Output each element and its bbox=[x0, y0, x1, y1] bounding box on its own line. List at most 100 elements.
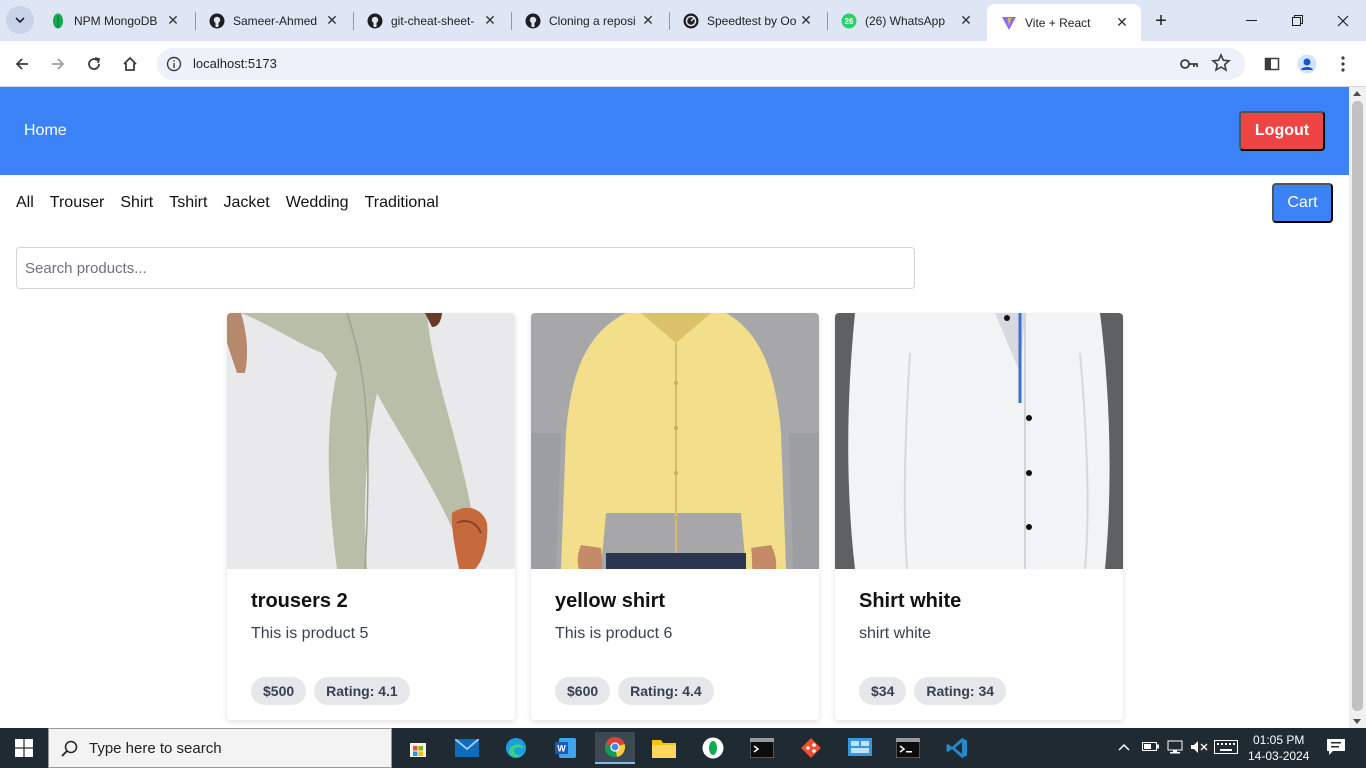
git-icon[interactable] bbox=[791, 732, 831, 764]
browser-tab-sameer-ahmed[interactable]: Sameer-Ahmed ✕ bbox=[195, 0, 351, 41]
reload-button[interactable] bbox=[79, 49, 109, 79]
search-icon bbox=[61, 740, 78, 757]
vite-icon bbox=[1001, 15, 1017, 31]
scroll-down-arrow-icon[interactable] bbox=[1353, 719, 1361, 724]
browser-tab-speedtest[interactable]: Speedtest by Oo ✕ bbox=[669, 0, 825, 41]
close-tab-icon[interactable]: ✕ bbox=[797, 12, 815, 30]
close-tab-icon[interactable]: ✕ bbox=[957, 12, 975, 30]
address-bar[interactable]: localhost:5173 bbox=[157, 48, 1245, 80]
cmd-icon[interactable] bbox=[888, 732, 928, 764]
page-scrollbar[interactable] bbox=[1349, 87, 1366, 728]
terminal-icon[interactable] bbox=[742, 732, 782, 764]
category-wedding[interactable]: Wedding bbox=[286, 194, 349, 212]
category-all[interactable]: All bbox=[16, 194, 34, 212]
close-window-button[interactable] bbox=[1320, 0, 1366, 41]
forward-button[interactable] bbox=[43, 49, 73, 79]
product-card[interactable]: Shirt white shirt white $34 Rating: 34 bbox=[835, 313, 1123, 720]
product-description: This is product 5 bbox=[251, 625, 369, 642]
product-description: shirt white bbox=[859, 625, 932, 642]
network-icon[interactable] bbox=[1166, 740, 1184, 757]
tab-title: Speedtest by Oo bbox=[707, 13, 797, 28]
browser-tab-npm-mongodb[interactable]: NPM MongoDB ✕ bbox=[36, 0, 192, 41]
site-info-icon[interactable] bbox=[165, 55, 183, 73]
category-jacket[interactable]: Jacket bbox=[223, 194, 269, 212]
home-link[interactable]: Home bbox=[24, 122, 67, 140]
product-name: trousers 2 bbox=[251, 590, 348, 612]
home-browser-button[interactable] bbox=[115, 49, 145, 79]
whatsapp-icon: 26 bbox=[841, 13, 857, 29]
start-button[interactable] bbox=[0, 728, 48, 768]
page-viewport: Home Logout All Trouser Shirt Tshirt Jac… bbox=[0, 87, 1349, 728]
category-trouser[interactable]: Trouser bbox=[50, 194, 105, 212]
chrome-icon[interactable] bbox=[595, 732, 635, 764]
search-input[interactable] bbox=[16, 247, 915, 289]
scrollbar-thumb[interactable] bbox=[1352, 101, 1363, 711]
product-description: This is product 6 bbox=[555, 625, 673, 642]
file-explorer-icon[interactable] bbox=[644, 732, 684, 764]
tab-title: Cloning a reposi bbox=[549, 13, 636, 28]
new-tab-button[interactable]: + bbox=[1148, 8, 1174, 34]
chevron-down-icon bbox=[15, 17, 25, 24]
mongodb-compass-icon[interactable] bbox=[693, 732, 733, 764]
arrow-right-icon bbox=[52, 58, 65, 70]
category-filter-bar: All Trouser Shirt Tshirt Jacket Wedding … bbox=[16, 194, 439, 212]
taskbar-search-placeholder: Type here to search bbox=[89, 739, 222, 757]
logout-button[interactable]: Logout bbox=[1239, 111, 1325, 151]
browser-tab-vite-react[interactable]: Vite + React ✕ bbox=[987, 4, 1141, 41]
close-tab-icon[interactable]: ✕ bbox=[481, 12, 499, 30]
url-text: localhost:5173 bbox=[193, 56, 277, 71]
windows-taskbar: Type here to search W 01:05 PM 14-03-202… bbox=[0, 728, 1366, 768]
close-tab-icon[interactable]: ✕ bbox=[1113, 14, 1131, 32]
bookmark-star-icon[interactable] bbox=[1211, 53, 1231, 73]
tab-title: NPM MongoDB bbox=[74, 13, 158, 28]
product-image-yellow-shirt bbox=[531, 313, 819, 569]
profile-button[interactable] bbox=[1292, 49, 1322, 79]
vscode-icon[interactable] bbox=[937, 732, 977, 764]
tab-title: git-cheat-sheet- bbox=[391, 13, 475, 28]
svg-text:W: W bbox=[557, 744, 566, 754]
scroll-up-arrow-icon[interactable] bbox=[1353, 91, 1361, 96]
side-panel-icon bbox=[1264, 57, 1280, 71]
tab-title: (26) WhatsApp bbox=[865, 13, 946, 28]
close-tab-icon[interactable]: ✕ bbox=[323, 12, 341, 30]
taskbar-search-box[interactable]: Type here to search bbox=[48, 728, 392, 768]
battery-icon[interactable] bbox=[1142, 740, 1160, 755]
close-tab-icon[interactable]: ✕ bbox=[639, 12, 657, 30]
price-badge: $600 bbox=[555, 677, 611, 705]
category-traditional[interactable]: Traditional bbox=[365, 194, 439, 212]
restore-button[interactable] bbox=[1274, 0, 1320, 41]
browser-menu-button[interactable] bbox=[1328, 49, 1358, 79]
side-panel-button[interactable] bbox=[1257, 49, 1287, 79]
browser-tab-whatsapp[interactable]: 26 (26) WhatsApp ✕ bbox=[827, 0, 985, 41]
show-hidden-icons-chevron-icon[interactable] bbox=[1118, 740, 1130, 755]
category-tshirt[interactable]: Tshirt bbox=[169, 194, 207, 212]
browser-tab-cloning-repo[interactable]: Cloning a reposi ✕ bbox=[511, 0, 667, 41]
cart-button[interactable]: Cart bbox=[1272, 183, 1333, 223]
browser-tab-git-cheat-sheet[interactable]: git-cheat-sheet- ✕ bbox=[353, 0, 509, 41]
close-tab-icon[interactable]: ✕ bbox=[164, 12, 182, 30]
mongodb-leaf-icon bbox=[50, 13, 66, 29]
volume-muted-icon[interactable] bbox=[1190, 740, 1208, 757]
tab-title: Sameer-Ahmed bbox=[233, 13, 318, 28]
notifications-icon[interactable] bbox=[1326, 738, 1346, 759]
profile-avatar-icon bbox=[1297, 54, 1317, 74]
password-key-icon[interactable] bbox=[1179, 55, 1199, 73]
control-panel-icon[interactable] bbox=[840, 732, 880, 764]
taskbar-clock[interactable]: 01:05 PM 14-03-2024 bbox=[1248, 732, 1309, 764]
product-card[interactable]: yellow shirt This is product 6 $600 Rati… bbox=[531, 313, 819, 720]
edge-icon[interactable] bbox=[496, 732, 536, 764]
mail-icon[interactable] bbox=[447, 732, 487, 764]
rating-badge: Rating: 4.4 bbox=[618, 677, 714, 705]
tab-search-button[interactable] bbox=[6, 6, 34, 34]
keyboard-icon[interactable] bbox=[1214, 740, 1238, 757]
tab-title: Vite + React bbox=[1025, 15, 1091, 30]
microsoft-store-icon[interactable] bbox=[398, 732, 438, 764]
github-icon bbox=[367, 13, 383, 29]
minimize-button[interactable] bbox=[1228, 0, 1274, 41]
word-icon[interactable]: W bbox=[546, 732, 586, 764]
browser-toolbar: localhost:5173 bbox=[0, 41, 1366, 87]
back-button[interactable] bbox=[7, 49, 37, 79]
clock-date: 14-03-2024 bbox=[1248, 749, 1310, 763]
category-shirt[interactable]: Shirt bbox=[120, 194, 153, 212]
product-card[interactable]: trousers 2 This is product 5 $500 Rating… bbox=[227, 313, 515, 720]
